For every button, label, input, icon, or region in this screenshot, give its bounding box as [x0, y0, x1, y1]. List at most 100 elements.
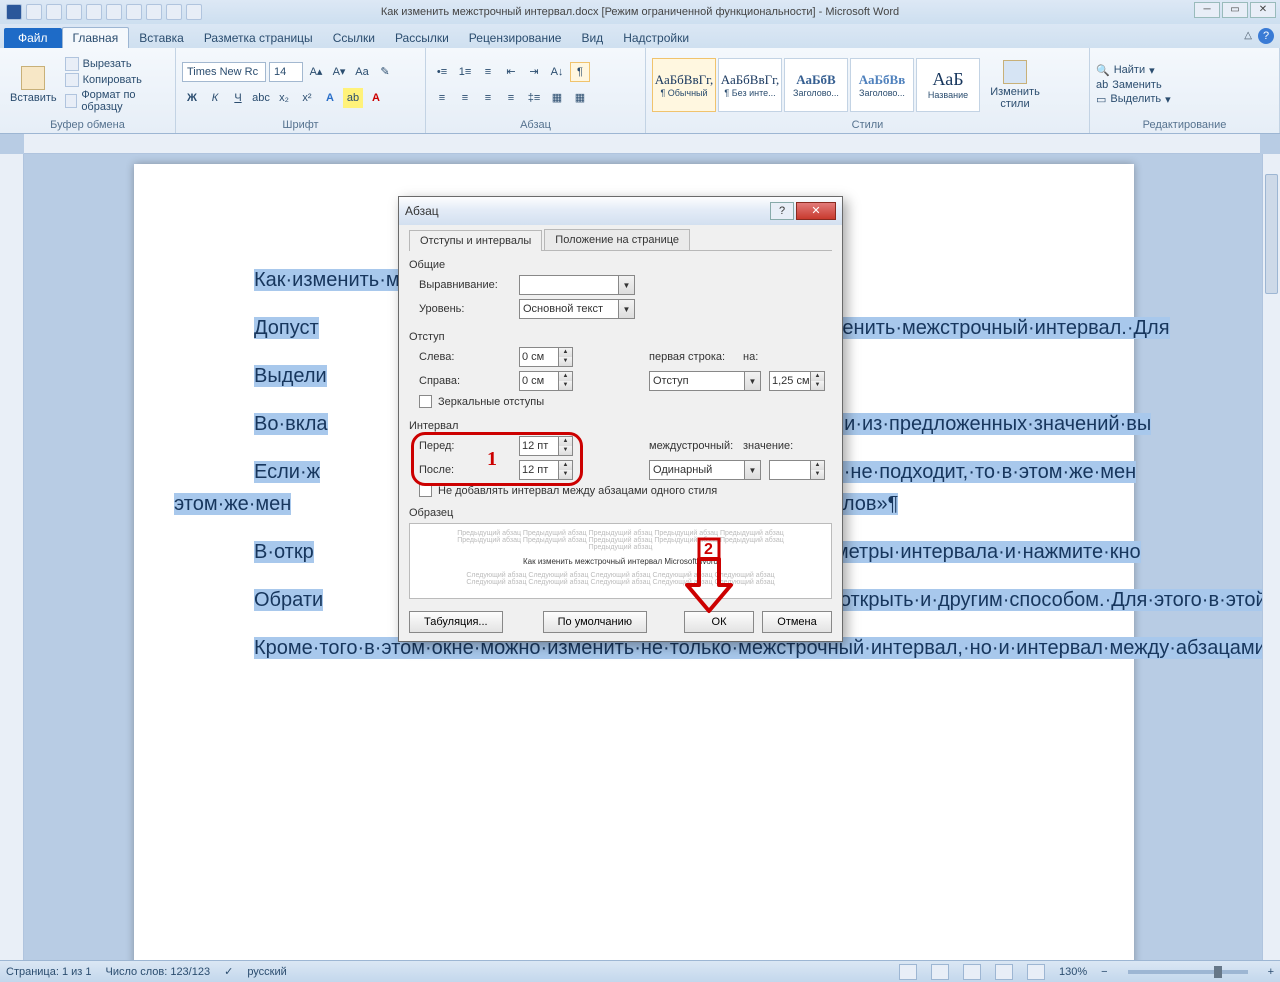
- borders-icon[interactable]: ▦: [570, 88, 590, 108]
- qat-redo-icon[interactable]: [66, 4, 82, 20]
- select-button[interactable]: ▭Выделить ▾: [1096, 93, 1171, 106]
- help-icon[interactable]: ?: [1258, 28, 1274, 44]
- level-combo[interactable]: Основной текст▼: [519, 299, 635, 319]
- doc-line[interactable]: аметры·интервала·и·нажмите·кно: [824, 541, 1141, 563]
- grow-font-icon[interactable]: A▴: [306, 62, 326, 82]
- style-normal[interactable]: АаБбВвГг,¶ Обычный: [652, 58, 716, 112]
- view-reading-icon[interactable]: [931, 964, 949, 980]
- doc-line[interactable]: Выдели: [254, 365, 327, 387]
- doc-line[interactable]: Обрати: [254, 589, 323, 611]
- zoom-level[interactable]: 130%: [1059, 966, 1087, 978]
- before-spin[interactable]: 12 пт▲▼: [519, 436, 573, 456]
- vertical-ruler[interactable]: [0, 154, 24, 960]
- qat-preview-icon[interactable]: [146, 4, 162, 20]
- subscript-icon[interactable]: x₂: [274, 88, 294, 108]
- underline-icon[interactable]: Ч: [228, 88, 248, 108]
- view-draft-icon[interactable]: [1027, 964, 1045, 980]
- maximize-button[interactable]: ▭: [1222, 2, 1248, 18]
- tab-addins[interactable]: Надстройки: [613, 28, 699, 48]
- zoom-slider[interactable]: [1128, 970, 1248, 974]
- cut-button[interactable]: Вырезать: [65, 57, 169, 71]
- tab-references[interactable]: Ссылки: [323, 28, 385, 48]
- indent-right-spin[interactable]: 0 см▲▼: [519, 371, 573, 391]
- dialog-close-button[interactable]: ✕: [796, 202, 836, 220]
- style-nospacing[interactable]: АаБбВвГг,¶ Без инте...: [718, 58, 782, 112]
- dec-indent-icon[interactable]: ⇤: [501, 62, 521, 82]
- qat-save-icon[interactable]: [26, 4, 42, 20]
- style-heading1[interactable]: АаБбВЗаголово...: [784, 58, 848, 112]
- align-left-icon[interactable]: ≡: [432, 88, 452, 108]
- cancel-button[interactable]: Отмена: [762, 611, 832, 633]
- replace-button[interactable]: abЗаменить: [1096, 79, 1171, 91]
- scrollbar-thumb[interactable]: [1265, 174, 1278, 294]
- tab-page-layout[interactable]: Разметка страницы: [194, 28, 323, 48]
- first-line-combo[interactable]: Отступ▼: [649, 371, 761, 391]
- font-color-icon[interactable]: A: [366, 88, 386, 108]
- tab-review[interactable]: Рецензирование: [459, 28, 572, 48]
- ribbon-minimize-icon[interactable]: △: [1244, 30, 1252, 41]
- doc-line[interactable]: Во·вкла: [254, 413, 328, 435]
- strike-icon[interactable]: abc: [251, 88, 271, 108]
- find-button[interactable]: 🔍Найти ▾: [1096, 64, 1171, 77]
- tab-home[interactable]: Главная: [62, 27, 130, 48]
- format-painter-button[interactable]: Формат по образцу: [65, 89, 169, 113]
- paste-button[interactable]: Вставить: [6, 64, 61, 106]
- qat-email-icon[interactable]: [166, 4, 182, 20]
- vertical-scrollbar[interactable]: [1262, 154, 1280, 960]
- justify-icon[interactable]: ≡: [501, 88, 521, 108]
- change-case-icon[interactable]: Aa: [352, 62, 372, 82]
- copy-button[interactable]: Копировать: [65, 73, 169, 87]
- close-button[interactable]: ✕: [1250, 2, 1276, 18]
- highlight-icon[interactable]: ab: [343, 88, 363, 108]
- qat-open-icon[interactable]: [106, 4, 122, 20]
- align-right-icon[interactable]: ≡: [478, 88, 498, 108]
- text-effects-icon[interactable]: A: [320, 88, 340, 108]
- mirror-checkbox[interactable]: [419, 395, 432, 408]
- doc-line[interactable]: Если·ж: [254, 461, 320, 483]
- dialog-tab-linebreaks[interactable]: Положение на странице: [544, 229, 690, 250]
- doc-line[interactable]: В·откр: [254, 541, 314, 563]
- tabs-button[interactable]: Табуляция...: [409, 611, 503, 633]
- change-styles-button[interactable]: Изменить стили: [984, 58, 1046, 112]
- status-page[interactable]: Страница: 1 из 1: [6, 966, 92, 978]
- minimize-button[interactable]: ─: [1194, 2, 1220, 18]
- doc-line[interactable]: ·открыть·и·другим·способом.·Для·этого·в·…: [833, 589, 1262, 611]
- doc-line[interactable]: менить·межстрочный·интервал.·Для: [829, 317, 1170, 339]
- tab-view[interactable]: Вид: [571, 28, 613, 48]
- sort-icon[interactable]: A↓: [547, 62, 567, 82]
- line-spacing-combo[interactable]: Одинарный▼: [649, 460, 761, 480]
- qat-print-icon[interactable]: [126, 4, 142, 20]
- after-spin[interactable]: 12 пт▲▼: [519, 460, 573, 480]
- doc-line[interactable]: м·не·подходит,·то·в·этом·же·мен: [830, 461, 1136, 483]
- qat-undo-icon[interactable]: [46, 4, 62, 20]
- numbering-icon[interactable]: 1≡: [455, 62, 475, 82]
- dialog-help-button[interactable]: ?: [770, 202, 794, 220]
- view-print-layout-icon[interactable]: [899, 964, 917, 980]
- line-spacing-icon[interactable]: ‡≡: [524, 88, 544, 108]
- font-name-combo[interactable]: Times New Rc: [182, 62, 266, 82]
- multilevel-icon[interactable]: ≡: [478, 62, 498, 82]
- dialog-tab-indents[interactable]: Отступы и интервалы: [409, 230, 542, 251]
- shrink-font-icon[interactable]: A▾: [329, 62, 349, 82]
- default-button[interactable]: По умолчанию: [543, 611, 647, 633]
- style-heading2[interactable]: АаБбВвЗаголово...: [850, 58, 914, 112]
- indent-left-spin[interactable]: 0 см▲▼: [519, 347, 573, 367]
- alignment-combo[interactable]: ▼: [519, 275, 635, 295]
- file-tab[interactable]: Файл: [4, 28, 62, 48]
- horizontal-ruler[interactable]: [24, 134, 1260, 154]
- font-size-combo[interactable]: 14: [269, 62, 303, 82]
- qat-new-icon[interactable]: [86, 4, 102, 20]
- view-outline-icon[interactable]: [995, 964, 1013, 980]
- shading-icon[interactable]: ▦: [547, 88, 567, 108]
- doc-line[interactable]: Допуст: [254, 317, 319, 339]
- align-center-icon[interactable]: ≡: [455, 88, 475, 108]
- zoom-in-button[interactable]: +: [1268, 966, 1274, 978]
- value-spin[interactable]: ▲▼: [769, 460, 825, 480]
- status-words[interactable]: Число слов: 123/123: [106, 966, 211, 978]
- first-line-by-spin[interactable]: 1,25 см▲▼: [769, 371, 825, 391]
- style-title[interactable]: АаБНазвание: [916, 58, 980, 112]
- zoom-thumb[interactable]: [1214, 966, 1222, 978]
- doc-line[interactable]: ·и·из·предложенных·значений·вы: [838, 413, 1152, 435]
- italic-icon[interactable]: К: [205, 88, 225, 108]
- superscript-icon[interactable]: x²: [297, 88, 317, 108]
